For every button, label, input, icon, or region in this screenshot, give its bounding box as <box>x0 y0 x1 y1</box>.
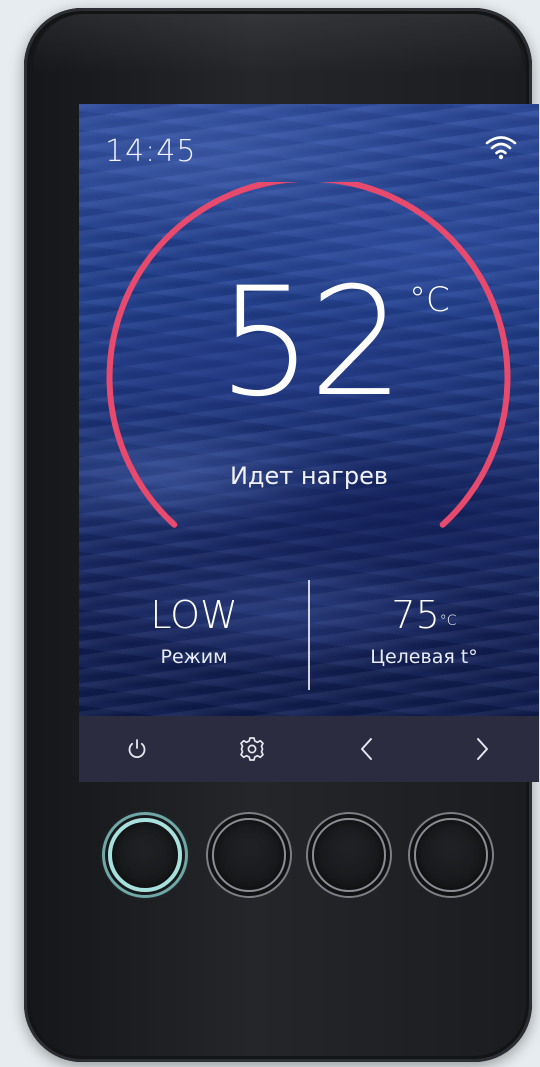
next-button[interactable] <box>454 721 510 777</box>
hardware-button-2[interactable] <box>212 818 286 892</box>
hardware-buttons <box>106 818 506 898</box>
gear-icon <box>239 737 264 761</box>
target-value: 75 <box>391 593 440 637</box>
target-unit: °C <box>439 613 457 629</box>
mode-panel[interactable]: LOW Режим <box>79 592 309 668</box>
hardware-button-4[interactable] <box>414 818 488 892</box>
mode-label: Режим <box>160 646 228 668</box>
bottom-navbar <box>79 716 539 782</box>
power-icon <box>128 739 145 758</box>
touch-screen: 14:45 52 °C Идет нагрев LOW Режим 75°C Ц… <box>79 104 539 782</box>
temperature-unit: °C <box>409 280 450 320</box>
settings-button[interactable] <box>224 721 280 777</box>
chevron-left-icon <box>360 738 372 760</box>
previous-button[interactable] <box>339 721 395 777</box>
target-temperature-panel[interactable]: 75°C Целевая t° <box>309 592 539 668</box>
power-button[interactable] <box>109 721 165 777</box>
hardware-button-1[interactable] <box>108 818 182 892</box>
hardware-button-3[interactable] <box>312 818 386 892</box>
heating-status: Идет нагрев <box>229 462 389 490</box>
status-time: 14:45 <box>105 134 197 169</box>
target-temperature: 75°C <box>309 592 539 638</box>
chevron-right-icon <box>476 738 488 760</box>
mode-value: LOW <box>150 593 238 637</box>
device-frame: 14:45 52 °C Идет нагрев LOW Режим 75°C Ц… <box>24 8 539 1062</box>
target-label: Целевая t° <box>370 646 478 668</box>
wifi-icon <box>485 136 517 160</box>
current-temperature: 52 <box>217 256 405 430</box>
